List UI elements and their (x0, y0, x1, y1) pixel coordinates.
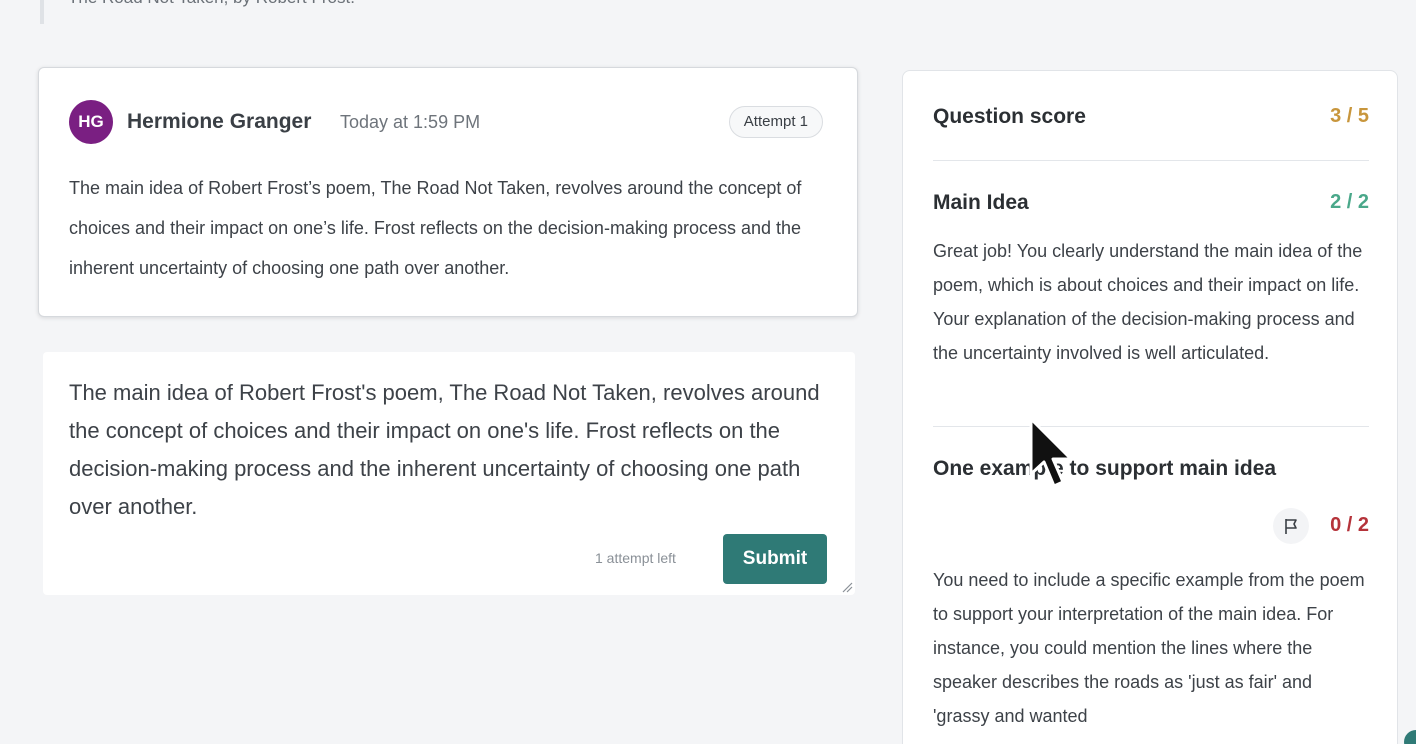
mouse-cursor (1029, 417, 1073, 488)
author-name: Hermione Granger (127, 110, 312, 133)
submission-card: HG Hermione Granger Today at 1:59 PM Att… (38, 67, 858, 317)
criterion-feedback: Great job! You clearly understand the ma… (933, 241, 1363, 363)
submit-button[interactable]: Submit (723, 534, 827, 584)
resize-handle-icon[interactable] (841, 581, 853, 593)
criterion-title: Main Idea (933, 191, 1029, 214)
criterion-score: 2 / 2 (1330, 191, 1369, 213)
submission-timestamp: Today at 1:59 PM (340, 112, 481, 132)
avatar: HG (69, 100, 113, 144)
flag-button[interactable] (1273, 508, 1309, 544)
divider (933, 160, 1369, 161)
attempts-left-label: 1 attempt left (595, 550, 676, 566)
submission-header: HG Hermione Granger Today at 1:59 PM Att… (69, 100, 827, 144)
question-score-value: 3 / 5 (1330, 105, 1369, 127)
answer-editor[interactable]: The main idea of Robert Frost's poem, Th… (43, 352, 855, 595)
divider (933, 426, 1369, 427)
submission-text: The main idea of Robert Frost’s poem, Th… (69, 178, 802, 278)
source-citation: The Road Not Taken, by Robert Frost. (40, 0, 1416, 24)
attempt-badge: Attempt 1 (728, 106, 823, 138)
criterion-score: 0 / 2 (1330, 514, 1369, 536)
question-score-label: Question score (933, 105, 1086, 128)
corner-indicator (1404, 730, 1416, 744)
answer-textarea[interactable]: The main idea of Robert Frost's poem, Th… (69, 374, 839, 526)
score-panel: Question score 3 / 5 Main Idea 2 / 2 Gre… (902, 70, 1398, 744)
criterion-feedback: You need to include a specific example f… (933, 570, 1365, 726)
criterion-title: One example to support main idea (933, 457, 1277, 480)
flag-icon (1285, 519, 1297, 534)
source-text: The Road Not Taken, by Robert Frost. (68, 0, 1416, 8)
